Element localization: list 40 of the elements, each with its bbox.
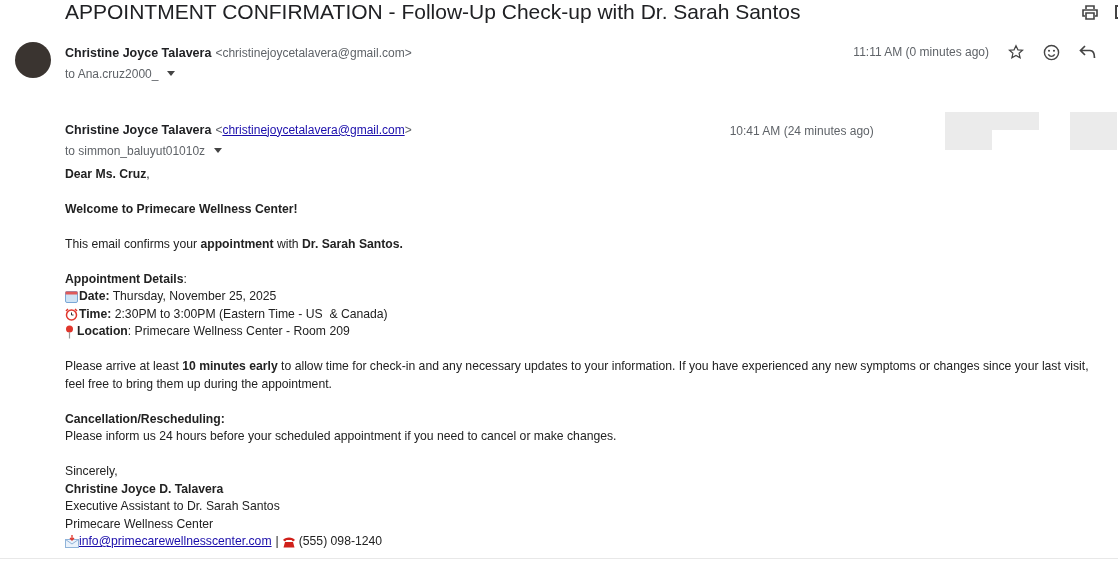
timestamp: 11:11 AM (0 minutes ago)	[853, 44, 989, 61]
reply-icon[interactable]	[1079, 45, 1096, 59]
body-text: Primecare Wellness Center	[65, 515, 215, 533]
body-text: Dear Ms. Cruz,	[65, 165, 151, 183]
print-icon[interactable]	[1082, 5, 1098, 20]
detail-text: Time: 2:30PM to 3:00PM (Eastern Time - US & Canada)	[79, 305, 388, 323]
sender-name: Christine Joyce Talavera	[65, 45, 212, 62]
star-icon[interactable]	[1008, 44, 1024, 60]
timestamp: 10:41 AM (24 minutes ago)	[729, 122, 874, 140]
detail-text: Location: Primecare Wellness Center - Room 209	[77, 323, 350, 340]
body-text: Please inform us 24 hours before your scheduled appointment if you need to cancel or make changes.	[65, 428, 618, 445]
sender-email-link[interactable]: christinejoycetalavera@gmail.com	[222, 120, 405, 139]
body-text: This email confirms your appointment with Dr. Sarah Santos.	[65, 235, 404, 253]
caret-icon[interactable]	[167, 71, 176, 77]
phone-number: (555) 098-1240	[298, 533, 383, 550]
pin-icon	[65, 324, 74, 339]
sender-name: Christine Joyce Talavera	[65, 121, 212, 139]
email-link[interactable]: info@primecarewellnesscenter.com	[79, 533, 272, 551]
alarm-clock-icon	[65, 307, 78, 321]
body-text: Sincerely,	[65, 463, 119, 480]
body-text: Executive Assistant to Dr. Sarah Santos	[65, 498, 281, 515]
recipient-text: to simmon_baluyut01010z	[65, 142, 206, 160]
body-text: Please arrive at least 10 minutes early to allow time for check-in and any necessary updates to your information. If you have experienced any new symptoms or changes since your last visit, feel free to bring them up during the appointment.	[65, 358, 1090, 393]
body-text: Christine Joyce D. Talavera	[65, 480, 225, 498]
separator-text: |	[275, 533, 279, 550]
email-subject: APPOINTMENT CONFIRMATION - Follow-Up Check-up with Dr. Sarah Santos	[65, 0, 801, 24]
bracket-text: >	[404, 121, 412, 139]
body-text: Cancellation/Rescheduling:	[65, 410, 226, 428]
body-text: Welcome to Primecare Wellness Center!	[65, 200, 299, 218]
caret-icon[interactable]	[214, 148, 223, 153]
calendar-icon	[65, 290, 78, 304]
bracket-text: <	[215, 121, 223, 139]
body-text: Appointment Details:	[65, 270, 188, 288]
envelope-icon	[65, 535, 79, 549]
sender-email: <christinejoycetalavera@gmail.com>	[215, 45, 412, 62]
recipient-text: to Ana.cruz2000_	[65, 65, 159, 83]
phone-icon	[281, 535, 296, 548]
emoji-icon[interactable]	[1043, 43, 1060, 61]
avatar	[15, 42, 51, 78]
detail-text: Date: Thursday, November 25, 2025	[79, 288, 277, 305]
